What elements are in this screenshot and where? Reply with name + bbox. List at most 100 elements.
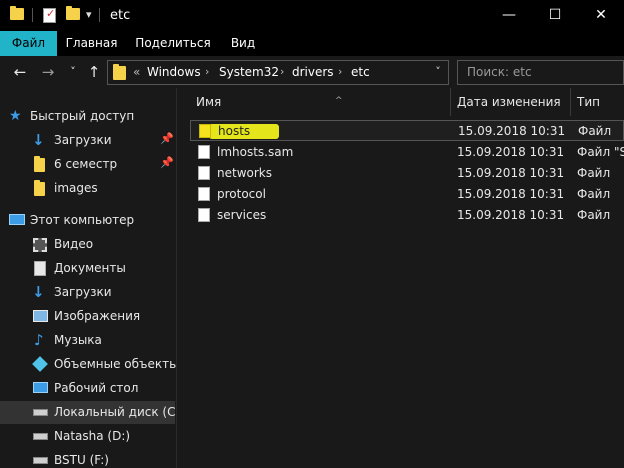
sidebar-item-label: Документы bbox=[54, 261, 126, 275]
pin-icon[interactable]: 📌 bbox=[160, 156, 174, 169]
new-folder-icon[interactable] bbox=[66, 6, 80, 20]
sidebar-item-label: Музыка bbox=[54, 333, 102, 347]
table-row[interactable]: services 15.09.2018 10:31 Файл bbox=[190, 205, 624, 226]
file-date: 15.09.2018 10:31 bbox=[457, 166, 565, 180]
file-icon bbox=[198, 187, 210, 201]
column-header-type[interactable]: Тип bbox=[577, 88, 624, 116]
sidebar-item-downloads[interactable]: ↓ Загрузки bbox=[0, 281, 175, 304]
sidebar-item-label: Загрузки bbox=[54, 285, 112, 299]
address-dropdown-button[interactable]: ˅ bbox=[428, 61, 448, 84]
sidebar-item-music[interactable]: ♪ Музыка bbox=[0, 329, 175, 352]
breadcrumb-etc[interactable]: etc bbox=[351, 65, 370, 79]
file-icon bbox=[198, 166, 210, 180]
sidebar-item-documents[interactable]: Документы bbox=[0, 257, 175, 280]
sidebar-item-desktop[interactable]: Рабочий стол bbox=[0, 377, 175, 400]
tab-view[interactable]: Вид bbox=[224, 31, 262, 56]
sidebar-item-video[interactable]: Видео bbox=[0, 233, 175, 256]
sidebar-item-natasha-d[interactable]: Natasha (D:) bbox=[0, 425, 175, 448]
sidebar-item-label: images bbox=[54, 181, 98, 195]
sidebar-item-label: Локальный диск (C:) bbox=[54, 405, 185, 419]
table-row[interactable]: hosts 15.09.2018 10:31 Файл bbox=[190, 120, 624, 141]
sidebar-item-label: BSTU (F:) bbox=[54, 453, 109, 467]
sidebar-item-images[interactable]: images bbox=[0, 177, 175, 200]
file-icon bbox=[199, 124, 211, 138]
file-name: services bbox=[217, 208, 267, 222]
file-icon bbox=[198, 208, 210, 222]
back-button[interactable]: ← bbox=[10, 61, 30, 83]
computer-icon bbox=[9, 214, 25, 225]
chevron-right-icon[interactable]: › bbox=[280, 65, 284, 78]
desktop-icon bbox=[33, 382, 48, 393]
file-type: Файл bbox=[578, 124, 612, 138]
file-name: hosts bbox=[218, 124, 251, 138]
tab-home[interactable]: Главная bbox=[60, 31, 123, 56]
sidebar-item-label: Natasha (D:) bbox=[54, 429, 131, 443]
maximize-button[interactable]: ☐ bbox=[532, 0, 578, 31]
sidebar-item-quick-access[interactable]: ★ Быстрый доступ bbox=[0, 105, 175, 128]
column-header-name[interactable]: Имя ^ bbox=[196, 88, 446, 116]
sort-ascending-icon: ^ bbox=[335, 96, 343, 106]
sidebar-item-this-pc[interactable]: Этот компьютер bbox=[0, 209, 175, 232]
recent-locations-button[interactable]: ˅ bbox=[63, 61, 83, 83]
sidebar-item-label: Изображения bbox=[54, 309, 141, 323]
breadcrumb-drivers[interactable]: drivers bbox=[292, 65, 334, 79]
file-date: 15.09.2018 10:31 bbox=[457, 145, 565, 159]
folder-icon bbox=[113, 64, 126, 80]
search-input[interactable]: Поиск: etc bbox=[457, 60, 624, 85]
file-list: Имя ^ Дата изменения Тип hosts 15.09.201… bbox=[177, 88, 624, 468]
sidebar-item-local-disk-c[interactable]: Локальный диск (C:) bbox=[0, 401, 184, 424]
forward-button[interactable]: → bbox=[38, 61, 58, 83]
title-bar: ▾ etc — ☐ ✕ bbox=[0, 0, 624, 31]
sidebar-item-6-semester[interactable]: 6 семестр 📌 bbox=[0, 153, 175, 176]
separator bbox=[32, 8, 33, 22]
file-type: Файл bbox=[577, 208, 611, 222]
tab-share[interactable]: Поделиться bbox=[133, 31, 213, 56]
properties-icon[interactable] bbox=[43, 7, 56, 23]
table-row[interactable]: lmhosts.sam 15.09.2018 10:31 Файл "SA bbox=[190, 142, 624, 163]
drive-icon bbox=[33, 433, 48, 440]
minimize-button[interactable]: — bbox=[486, 0, 532, 31]
video-icon bbox=[33, 238, 47, 252]
chevron-right-icon[interactable]: › bbox=[338, 65, 342, 78]
column-divider[interactable] bbox=[450, 88, 451, 116]
file-date: 15.09.2018 10:31 bbox=[458, 124, 566, 138]
sidebar-item-downloads-pinned[interactable]: ↓ Загрузки 📌 bbox=[0, 129, 175, 152]
sidebar-item-pictures[interactable]: Изображения bbox=[0, 305, 175, 328]
sidebar-item-label: Быстрый доступ bbox=[30, 109, 135, 123]
column-label: Имя bbox=[196, 95, 222, 109]
music-icon: ♪ bbox=[34, 331, 44, 349]
3d-objects-icon bbox=[32, 356, 48, 372]
ribbon-tabs: Файл Главная Поделиться Вид bbox=[0, 31, 624, 56]
chevron-right-icon[interactable]: › bbox=[205, 65, 209, 78]
table-row[interactable]: protocol 15.09.2018 10:31 Файл bbox=[190, 184, 624, 205]
star-icon: ★ bbox=[9, 108, 22, 124]
column-divider[interactable] bbox=[570, 88, 571, 116]
folder-icon bbox=[34, 156, 50, 174]
address-overflow[interactable]: « bbox=[133, 65, 140, 79]
drive-icon bbox=[33, 457, 48, 464]
file-date: 15.09.2018 10:31 bbox=[457, 208, 565, 222]
sidebar-item-bstu-f[interactable]: BSTU (F:) bbox=[0, 449, 175, 468]
documents-icon bbox=[34, 261, 46, 276]
drive-icon bbox=[33, 409, 48, 416]
file-name: lmhosts.sam bbox=[217, 145, 294, 159]
navigation-pane: ★ Быстрый доступ ↓ Загрузки 📌 6 семестр … bbox=[0, 88, 184, 468]
file-icon bbox=[198, 145, 210, 159]
column-header-date[interactable]: Дата изменения bbox=[457, 88, 567, 116]
download-arrow-icon: ↓ bbox=[32, 131, 45, 149]
sidebar-item-label: Видео bbox=[54, 237, 94, 251]
quick-access-toolbar-dropdown-icon[interactable]: ▾ bbox=[86, 8, 92, 21]
tab-file[interactable]: Файл bbox=[0, 31, 57, 56]
close-button[interactable]: ✕ bbox=[578, 0, 624, 31]
sidebar-item-3d-objects[interactable]: Объемные объекты bbox=[0, 353, 179, 376]
pin-icon[interactable]: 📌 bbox=[160, 132, 174, 145]
up-button[interactable]: ↑ bbox=[84, 61, 104, 83]
table-row[interactable]: networks 15.09.2018 10:31 Файл bbox=[190, 163, 624, 184]
address-bar[interactable]: « Windows › System32 › drivers › etc ˅ bbox=[107, 60, 449, 85]
sidebar-item-label: Рабочий стол bbox=[54, 381, 139, 395]
window-title: etc bbox=[110, 8, 131, 23]
pictures-icon bbox=[33, 310, 48, 322]
breadcrumb-windows[interactable]: Windows bbox=[147, 65, 201, 79]
breadcrumb-system32[interactable]: System32 bbox=[219, 65, 279, 79]
file-type: Файл "SA bbox=[577, 145, 624, 159]
